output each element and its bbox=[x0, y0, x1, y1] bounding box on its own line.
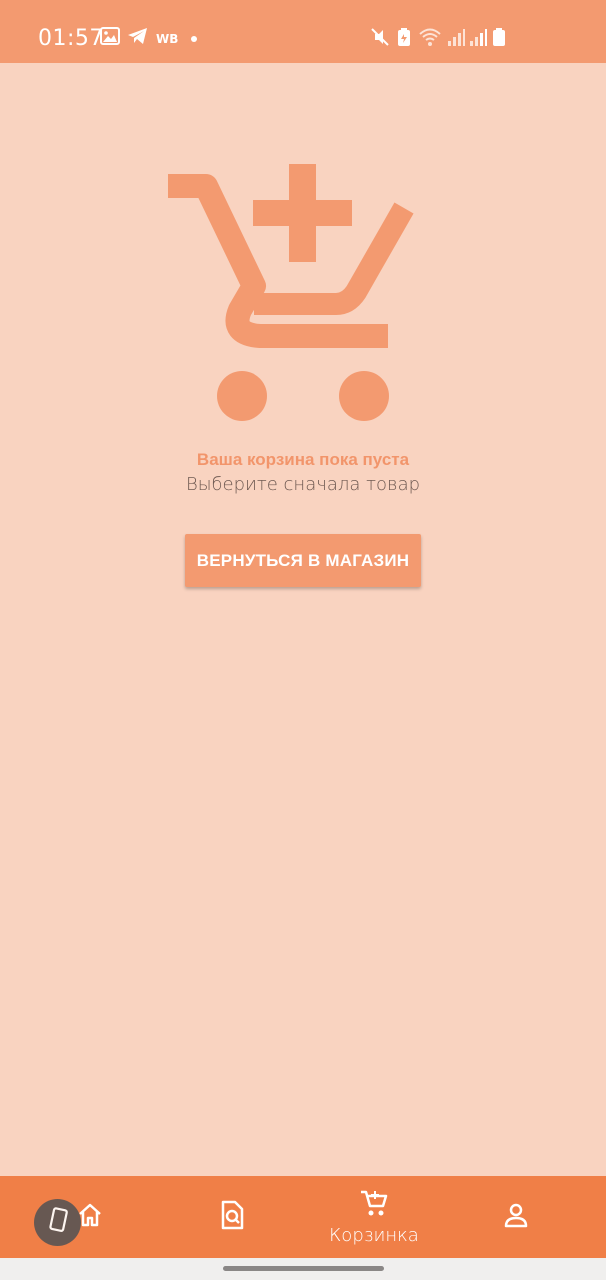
profile-icon bbox=[502, 1201, 530, 1234]
bottom-navigation: Корзинка bbox=[0, 1176, 606, 1258]
cart-plus-icon bbox=[160, 160, 420, 435]
nav-profile[interactable] bbox=[476, 1176, 556, 1258]
empty-cart-subtitle: Выберите сначала товар bbox=[185, 474, 421, 495]
cart-icon bbox=[359, 1188, 389, 1223]
battery-saver-icon bbox=[396, 27, 412, 52]
nav-cart[interactable]: Корзинка bbox=[324, 1176, 424, 1258]
signal-icon bbox=[468, 27, 488, 52]
gesture-handle[interactable] bbox=[223, 1266, 384, 1271]
search-document-icon bbox=[218, 1200, 246, 1235]
gallery-icon bbox=[100, 27, 120, 50]
telegram-icon bbox=[127, 27, 149, 50]
notification-dot bbox=[191, 36, 197, 42]
nav-cart-label: Корзинка bbox=[329, 1225, 419, 1246]
status-carrier-tag: WB bbox=[156, 32, 179, 46]
floating-overlay-button[interactable] bbox=[34, 1199, 81, 1246]
signal-icon bbox=[446, 27, 466, 52]
wifi-icon bbox=[418, 27, 442, 52]
status-bar: 01:57 WB bbox=[0, 0, 606, 63]
nav-search[interactable] bbox=[192, 1176, 272, 1258]
battery-icon bbox=[492, 27, 506, 52]
empty-cart-title: Ваша корзина пока пуста bbox=[196, 450, 410, 469]
mute-icon bbox=[370, 27, 390, 52]
return-to-shop-button[interactable]: ВЕРНУТЬСЯ В МАГАЗИН bbox=[185, 534, 421, 587]
status-time: 01:57 bbox=[38, 26, 104, 51]
phone-icon bbox=[46, 1207, 70, 1238]
